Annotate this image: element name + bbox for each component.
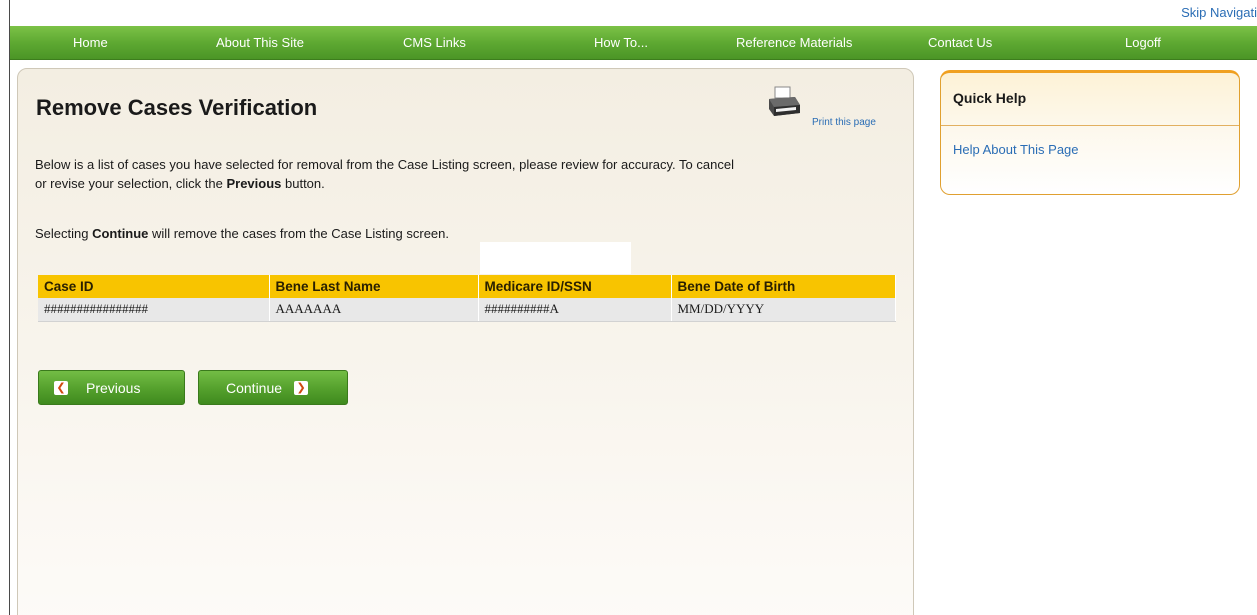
continue-note-start: Selecting <box>35 226 93 241</box>
table-row: ################ AAAAAAA ##########A MM/… <box>38 298 896 322</box>
nav-item-cms-links[interactable]: CMS Links <box>403 35 466 50</box>
continue-note-paragraph: Selecting Continue will remove the cases… <box>35 224 449 243</box>
continue-button[interactable]: Continue ❯ <box>198 370 348 405</box>
nav-item-how-to[interactable]: How To... <box>594 35 648 50</box>
table-header-row: Case ID Bene Last Name Medicare ID/SSN B… <box>38 275 896 298</box>
cell-case-id: ################ <box>38 298 270 322</box>
continue-button-label: Continue <box>226 379 283 396</box>
chevron-right-icon: ❯ <box>294 380 309 395</box>
column-header-case-id: Case ID <box>38 275 270 298</box>
nav-item-logoff[interactable]: Logoff <box>1125 35 1161 50</box>
nav-item-about-this-site[interactable]: About This Site <box>216 35 304 50</box>
skip-navigation-link[interactable]: Skip Navigati <box>1181 5 1257 20</box>
cell-bene-dob: MM/DD/YYYY <box>671 298 896 322</box>
nav-item-home[interactable]: Home <box>73 35 108 50</box>
top-navigation-bar: Home About This Site CMS Links How To...… <box>10 26 1257 60</box>
instructions-line-2-end: button. <box>281 176 325 191</box>
continue-note-end: will remove the cases from the Case List… <box>148 226 449 241</box>
quick-help-title: Quick Help <box>953 90 1027 106</box>
chevron-left-icon: ❮ <box>54 380 68 395</box>
cases-table: Case ID Bene Last Name Medicare ID/SSN B… <box>38 275 896 322</box>
main-content-panel: Remove Cases Verification Print this pag… <box>17 68 914 615</box>
redaction-strip <box>480 242 631 274</box>
cell-bene-last-name: AAAAAAA <box>269 298 479 322</box>
quick-help-divider <box>941 125 1239 126</box>
instructions-line-2: or revise your selection, click the <box>35 176 227 191</box>
previous-button[interactable]: ❮ Previous <box>38 370 185 405</box>
page-title: Remove Cases Verification <box>36 95 318 120</box>
column-header-medicare-id: Medicare ID/SSN <box>478 275 672 298</box>
column-header-bene-last-name: Bene Last Name <box>269 275 479 298</box>
instructions-previous-bold: Previous <box>226 176 282 191</box>
cell-medicare-id: ##########A <box>478 298 672 322</box>
frame-border <box>9 0 10 615</box>
nav-item-reference-materials[interactable]: Reference Materials <box>736 35 852 50</box>
nav-item-contact-us[interactable]: Contact Us <box>928 35 992 50</box>
column-header-bene-dob: Bene Date of Birth <box>671 275 896 298</box>
instructions-line-1: Below is a list of cases you have select… <box>35 157 734 172</box>
help-about-page-link[interactable]: Help About This Page <box>953 142 1079 157</box>
instructions-paragraph: Below is a list of cases you have select… <box>35 155 734 193</box>
printer-icon[interactable] <box>766 85 802 119</box>
previous-button-label: Previous <box>86 379 141 396</box>
quick-help-panel: Quick Help Help About This Page <box>940 70 1240 195</box>
print-page-link[interactable]: Print this page <box>812 117 876 128</box>
continue-note-bold: Continue <box>92 226 149 241</box>
